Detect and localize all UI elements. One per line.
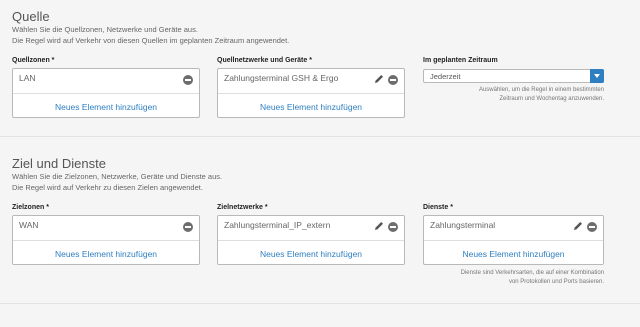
schedule-hint-1: Auswählen, um die Regel in einem bestimm… — [478, 87, 604, 93]
service-item-text: Zahlungsterminal — [430, 220, 496, 230]
destination-zones-box: WAN Neues Element hinzufügen — [12, 215, 200, 265]
destination-zones-label: Zielzonen * — [12, 204, 49, 211]
chevron-down-icon[interactable] — [590, 69, 604, 83]
destination-desc-2: Die Regel wird auf Verkehr zu diesen Zie… — [12, 183, 203, 192]
section-divider — [0, 136, 640, 137]
services-box: Zahlungsterminal Neues Element hinzufüge… — [423, 215, 604, 265]
source-zones-label: Quellzonen * — [12, 57, 55, 64]
schedule-select-value: Jederzeit — [430, 72, 461, 81]
destination-zone-item-text: WAN — [19, 220, 39, 230]
destination-title: Ziel und Dienste — [12, 156, 106, 171]
services-label: Dienste * — [423, 204, 453, 211]
edit-pencil-icon[interactable] — [572, 220, 584, 232]
source-zone-item-text: LAN — [19, 73, 36, 83]
remove-minus-circle-icon[interactable] — [183, 222, 193, 232]
destination-network-item: Zahlungsterminal_IP_extern — [218, 216, 404, 241]
schedule-select[interactable]: Jederzeit — [423, 69, 604, 83]
services-hint-1: Dienste sind Verkehrsarten, die auf eine… — [460, 270, 604, 276]
service-item: Zahlungsterminal — [424, 216, 603, 241]
edit-pencil-icon[interactable] — [373, 220, 385, 232]
source-zones-box: LAN Neues Element hinzufügen — [12, 68, 200, 118]
add-service-link[interactable]: Neues Element hinzufügen — [424, 249, 603, 259]
destination-networks-label: Zielnetzwerke * — [217, 204, 268, 211]
remove-minus-circle-icon[interactable] — [388, 222, 398, 232]
edit-pencil-icon[interactable] — [373, 73, 385, 85]
source-network-item-text: Zahlungsterminal GSH & Ergo — [224, 73, 339, 83]
schedule-hint-2: Zeitraum und Wochentag anzuwenden. — [499, 96, 604, 102]
source-desc-1: Wählen Sie die Quellzonen, Netzwerke und… — [12, 25, 198, 34]
add-source-zone-link[interactable]: Neues Element hinzufügen — [13, 102, 199, 112]
add-source-network-link[interactable]: Neues Element hinzufügen — [218, 102, 404, 112]
destination-section: Ziel und Dienste Wählen Sie die Zielzone… — [0, 152, 640, 292]
remove-minus-circle-icon[interactable] — [388, 75, 398, 85]
services-hint-2: von Protokollen und Ports basieren. — [508, 279, 604, 285]
add-destination-network-link[interactable]: Neues Element hinzufügen — [218, 249, 404, 259]
schedule-hint: Auswählen, um die Regel in einem bestimm… — [479, 86, 604, 104]
source-network-item: Zahlungsterminal GSH & Ergo — [218, 69, 404, 94]
remove-minus-circle-icon[interactable] — [587, 222, 597, 232]
source-desc-2: Die Regel wird auf Verkehr von diesen Qu… — [12, 36, 290, 45]
add-destination-zone-link[interactable]: Neues Element hinzufügen — [13, 249, 199, 259]
destination-network-item-text: Zahlungsterminal_IP_extern — [224, 220, 331, 230]
schedule-label: Im geplanten Zeitraum — [423, 57, 498, 64]
source-title: Quelle — [12, 9, 50, 24]
section-divider — [0, 303, 640, 304]
remove-minus-circle-icon[interactable] — [183, 75, 193, 85]
destination-networks-box: Zahlungsterminal_IP_extern Neues Element… — [217, 215, 405, 265]
destination-desc-1: Wählen Sie die Zielzonen, Netzwerke, Ger… — [12, 172, 223, 181]
source-networks-box: Zahlungsterminal GSH & Ergo Neues Elemen… — [217, 68, 405, 118]
source-section: Quelle Wählen Sie die Quellzonen, Netzwe… — [0, 0, 640, 130]
destination-zone-item: WAN — [13, 216, 199, 241]
source-networks-label: Quellnetzwerke und Geräte * — [217, 57, 312, 64]
source-zone-item: LAN — [13, 69, 199, 94]
services-hint: Dienste sind Verkehrsarten, die auf eine… — [461, 269, 604, 287]
